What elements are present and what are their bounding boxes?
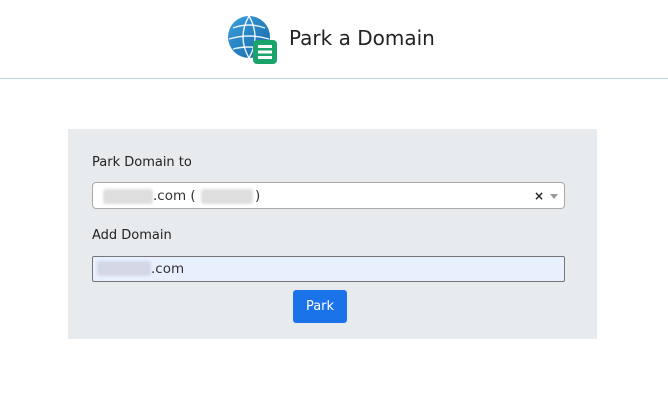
park-domain-form: Park Domain to .com ( ) × Add Domain .co… [68, 129, 597, 339]
chevron-down-icon[interactable] [550, 194, 558, 199]
page-title: Park a Domain [289, 26, 435, 50]
add-domain-input[interactable]: .com [92, 256, 565, 282]
add-domain-label: Add Domain [92, 228, 172, 243]
select-value-close: ) [255, 188, 261, 204]
add-domain-value: .com [151, 261, 185, 277]
redacted-username [201, 189, 253, 204]
redacted-domain [103, 189, 153, 204]
clear-icon[interactable]: × [534, 187, 544, 205]
park-button[interactable]: Park [293, 290, 347, 323]
page-header: Park a Domain [0, 0, 668, 79]
park-domain-to-label: Park Domain to [92, 155, 192, 170]
park-domain-to-select[interactable]: .com ( ) × [92, 182, 565, 209]
globe-list-icon [228, 15, 277, 64]
redacted-domain-input [97, 261, 151, 276]
select-value-text: .com ( [153, 188, 196, 204]
